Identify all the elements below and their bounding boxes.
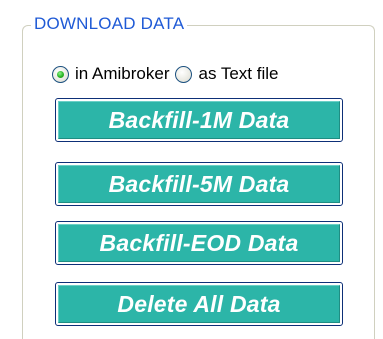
download-target-radio-group: in Amibroker as Text file [52,60,279,88]
radio-in-amibroker-label[interactable]: in Amibroker [75,64,169,84]
backfill-5m-button[interactable]: Backfill-5M Data [55,162,343,206]
radio-as-text-file[interactable] [175,65,193,83]
delete-all-data-button[interactable]: Delete All Data [55,282,343,326]
group-title: DOWNLOAD DATA [31,12,188,36]
radio-selected-dot-icon [57,70,64,78]
backfill-1m-button-label: Backfill-1M Data [58,101,340,139]
backfill-1m-button[interactable]: Backfill-1M Data [55,98,343,142]
delete-all-data-button-label: Delete All Data [58,285,340,323]
radio-as-text-file-label[interactable]: as Text file [198,64,278,84]
backfill-eod-button[interactable]: Backfill-EOD Data [55,221,343,265]
download-data-panel: DOWNLOAD DATA in Amibroker as Text file … [0,0,383,339]
backfill-eod-button-label: Backfill-EOD Data [58,224,340,262]
backfill-5m-button-label: Backfill-5M Data [58,165,340,203]
radio-in-amibroker[interactable] [52,65,69,83]
